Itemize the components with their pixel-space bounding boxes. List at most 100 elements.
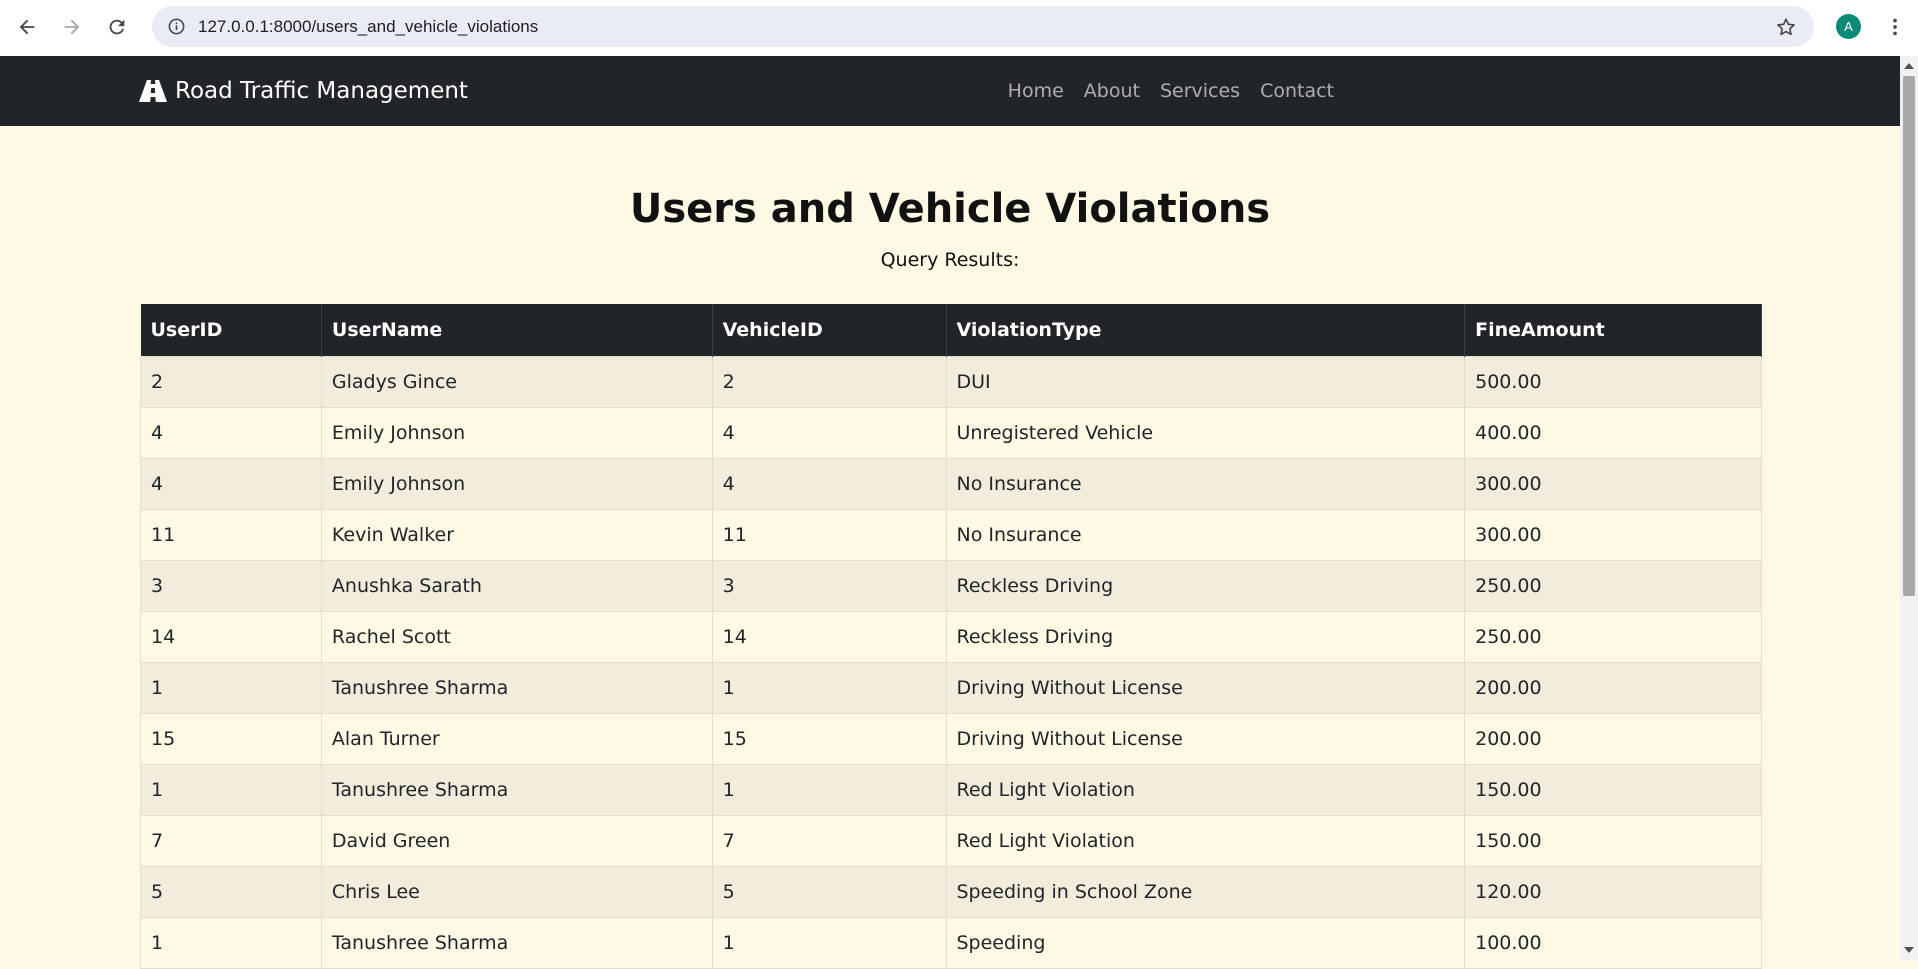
reload-button[interactable] <box>100 10 134 44</box>
page-title: Users and Vehicle Violations <box>629 186 1271 232</box>
reload-icon <box>109 19 125 35</box>
column-header-vehicleid: VehicleID <box>712 304 947 356</box>
forward-button[interactable] <box>55 10 89 44</box>
cell-userid: 7 <box>140 814 322 867</box>
table-row: 11 Kevin Walker 11 No Insurance 300.00 <box>140 508 1762 561</box>
scroll-up-arrow[interactable] <box>1900 58 1918 74</box>
cell-username: Gladys Gince <box>320 355 713 408</box>
back-button[interactable] <box>10 10 44 44</box>
cell-violationtype: Red Light Violation <box>945 814 1466 867</box>
cell-userid: 1 <box>140 763 322 816</box>
column-header-userid: UserID <box>140 304 322 356</box>
cell-violationtype: Red Light Violation <box>945 763 1466 816</box>
cell-userid: 4 <box>140 406 322 459</box>
cell-vehicleid: 1 <box>711 916 947 969</box>
cell-violationtype: Driving Without License <box>945 712 1466 765</box>
cell-vehicleid: 1 <box>711 661 947 714</box>
cell-username: Anushka Sarath <box>320 559 713 612</box>
cell-username: David Green <box>320 814 713 867</box>
cell-userid: 2 <box>140 355 322 408</box>
star-icon <box>1776 17 1795 35</box>
cell-fineamount: 100.00 <box>1464 916 1762 969</box>
browser-menu-button[interactable] <box>1880 10 1910 44</box>
nav-link-contact[interactable]: Contact <box>1260 80 1334 102</box>
cell-violationtype: No Insurance <box>945 508 1466 561</box>
cell-vehicleid: 4 <box>711 457 947 510</box>
cell-userid: 14 <box>140 610 322 663</box>
cell-fineamount: 150.00 <box>1464 763 1762 816</box>
table-row: 1 Tanushree Sharma 1 Speeding 100.00 <box>140 916 1762 969</box>
table-row: 3 Anushka Sarath 3 Reckless Driving 250.00 <box>140 559 1762 612</box>
cell-fineamount: 200.00 <box>1464 712 1762 765</box>
cell-userid: 15 <box>140 712 322 765</box>
cell-violationtype: No Insurance <box>945 457 1466 510</box>
cell-vehicleid: 1 <box>711 763 947 816</box>
cell-violationtype: Unregistered Vehicle <box>945 406 1466 459</box>
cell-fineamount: 120.00 <box>1464 865 1762 918</box>
bookmark-button[interactable] <box>1769 10 1802 43</box>
cell-fineamount: 300.00 <box>1464 457 1762 510</box>
triangle-down-icon <box>1904 947 1914 953</box>
scroll-thumb[interactable] <box>1903 76 1915 596</box>
url-text[interactable]: 127.0.0.1:8000/users_and_vehicle_violati… <box>198 6 538 47</box>
site-navbar: Road Traffic Management Home About Servi… <box>0 56 1900 126</box>
arrow-right-icon <box>64 19 80 35</box>
nav-link-home[interactable]: Home <box>1008 80 1064 102</box>
cell-fineamount: 300.00 <box>1464 508 1762 561</box>
more-vertical-icon <box>1893 18 1897 36</box>
brand-link[interactable]: Road Traffic Management <box>139 56 468 126</box>
site-info-button[interactable] <box>160 10 193 43</box>
table-row: 4 Emily Johnson 4 No Insurance 300.00 <box>140 457 1762 510</box>
cell-violationtype: DUI <box>945 355 1466 408</box>
cell-username: Emily Johnson <box>320 457 713 510</box>
cell-violationtype: Driving Without License <box>945 661 1466 714</box>
cell-vehicleid: 5 <box>711 865 947 918</box>
table-row: 1 Tanushree Sharma 1 Red Light Violation 150… <box>140 763 1762 816</box>
road-icon <box>139 80 167 102</box>
arrow-left-icon <box>19 19 35 35</box>
cell-fineamount: 200.00 <box>1464 661 1762 714</box>
cell-userid: 5 <box>140 865 322 918</box>
cell-username: Tanushree Sharma <box>320 916 713 969</box>
page-scrollbar[interactable] <box>1900 56 1918 960</box>
cell-fineamount: 150.00 <box>1464 814 1762 867</box>
cell-fineamount: 500.00 <box>1464 355 1762 408</box>
cell-username: Tanushree Sharma <box>320 763 713 816</box>
cell-vehicleid: 4 <box>711 406 947 459</box>
table-row: 5 Chris Lee 5 Speeding in School Zone 120.00 <box>140 865 1762 918</box>
cell-violationtype: Speeding <box>945 916 1466 969</box>
cell-vehicleid: 7 <box>711 814 947 867</box>
nav-link-about[interactable]: About <box>1084 80 1140 102</box>
cell-vehicleid: 14 <box>711 610 947 663</box>
nav-links: Home About Services Contact <box>988 56 1334 126</box>
column-header-fineamount: FineAmount <box>1464 304 1762 356</box>
table-row: 14 Rachel Scott 14 Reckless Driving 250.00 <box>140 610 1762 663</box>
nav-link-services[interactable]: Services <box>1160 80 1240 102</box>
table-row: 2 Gladys Gince 2 DUI 500.00 <box>140 355 1762 408</box>
cell-username: Kevin Walker <box>320 508 713 561</box>
cell-vehicleid: 3 <box>711 559 947 612</box>
cell-vehicleid: 11 <box>711 508 947 561</box>
cell-fineamount: 250.00 <box>1464 610 1762 663</box>
column-header-username: UserName <box>321 304 713 356</box>
address-bar[interactable]: 127.0.0.1:8000/users_and_vehicle_violati… <box>152 6 1814 47</box>
cell-fineamount: 400.00 <box>1464 406 1762 459</box>
table-row: 4 Emily Johnson 4 Unregistered Vehicle 400.0… <box>140 406 1762 459</box>
cell-username: Alan Turner <box>320 712 713 765</box>
cell-fineamount: 250.00 <box>1464 559 1762 612</box>
triangle-up-icon <box>1904 63 1914 69</box>
brand-text: Road Traffic Management <box>175 78 468 104</box>
cell-violationtype: Speeding in School Zone <box>945 865 1466 918</box>
table-header-row: UserID UserName VehicleID ViolationType … <box>140 304 1762 356</box>
query-results-label: Query Results: <box>880 249 1020 271</box>
cell-userid: 1 <box>140 661 322 714</box>
scroll-down-arrow[interactable] <box>1900 942 1918 958</box>
table-row: 7 David Green 7 Red Light Violation 150.00 <box>140 814 1762 867</box>
cell-username: Emily Johnson <box>320 406 713 459</box>
cell-username: Chris Lee <box>320 865 713 918</box>
cell-violationtype: Reckless Driving <box>945 559 1466 612</box>
browser-toolbar: 127.0.0.1:8000/users_and_vehicle_violati… <box>0 0 1918 56</box>
profile-avatar[interactable]: A <box>1836 14 1861 39</box>
cell-username: Tanushree Sharma <box>320 661 713 714</box>
table-row: 15 Alan Turner 15 Driving Without License 20… <box>140 712 1762 765</box>
